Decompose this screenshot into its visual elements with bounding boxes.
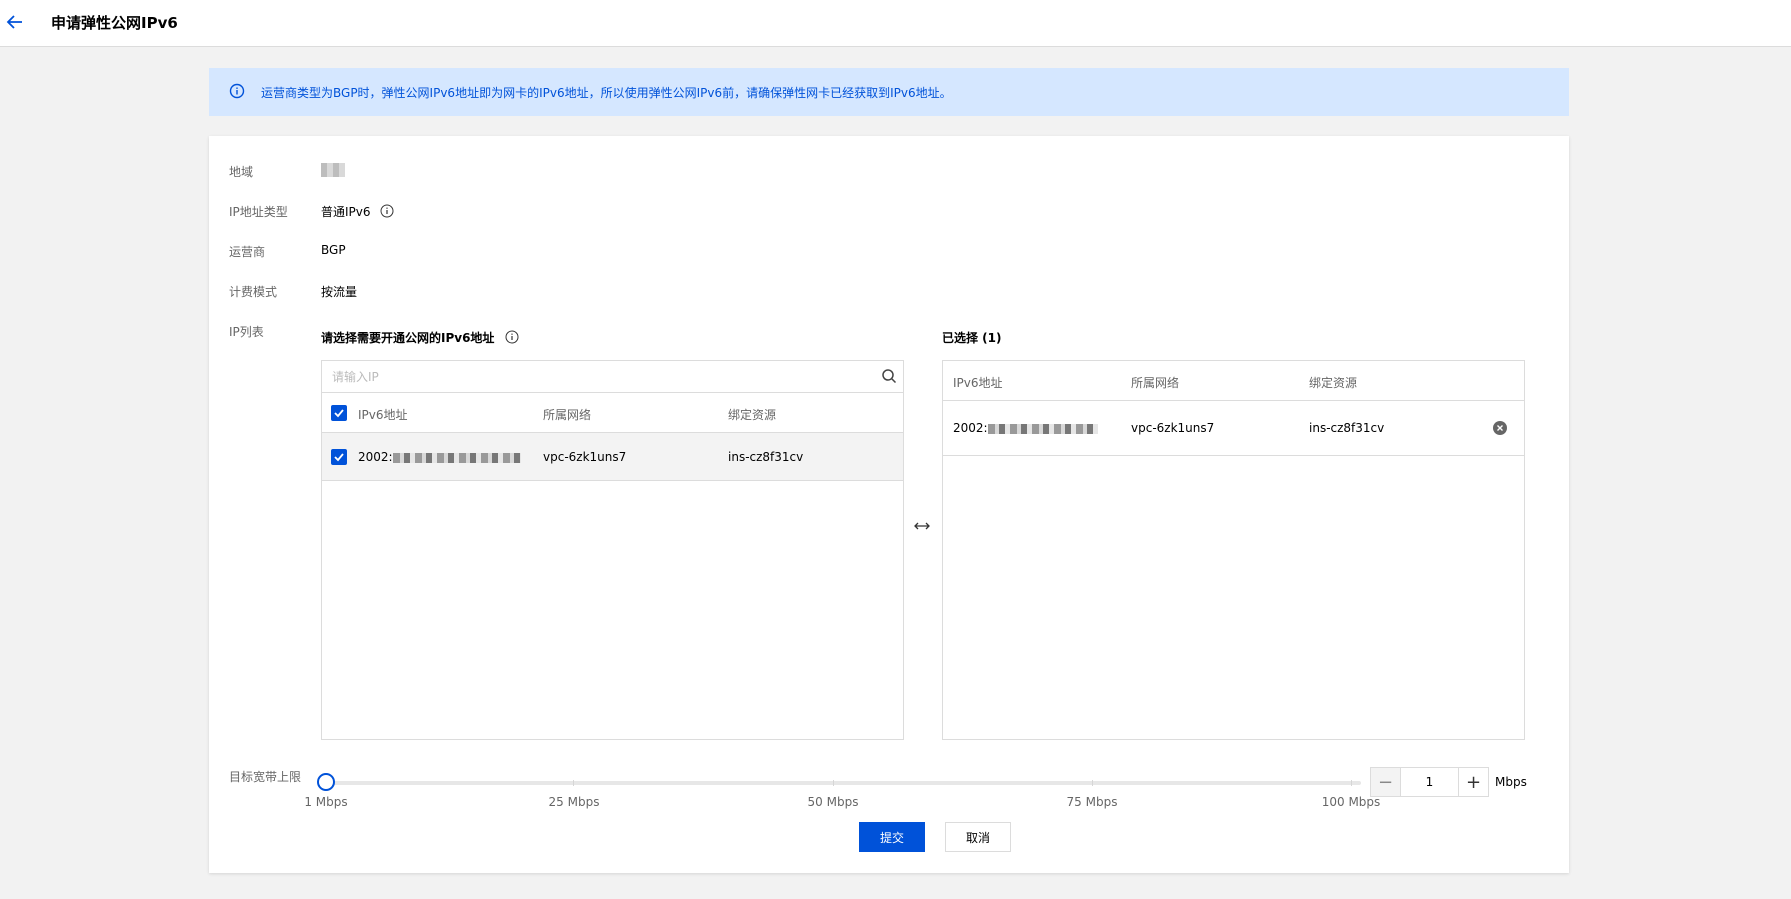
slider-mark: 1 Mbps xyxy=(304,795,348,809)
help-icon[interactable] xyxy=(505,330,519,347)
search-icon[interactable] xyxy=(881,368,897,388)
slider-tick xyxy=(573,780,574,786)
bandwidth-slider-handle[interactable] xyxy=(317,773,335,791)
bandwidth-value-input[interactable]: 1 xyxy=(1401,768,1458,796)
ipv6-address-cell: 2002: xyxy=(953,421,1098,435)
slider-mark: 50 Mbps xyxy=(807,795,859,809)
row-checkbox[interactable] xyxy=(331,449,347,465)
masked-address xyxy=(987,423,1098,434)
table-row[interactable]: 2002: vpc-6zk1uns7 ins-cz8f31cv xyxy=(322,433,903,481)
transfer-source-panel: IPv6地址 所属网络 绑定资源 2002: vpc-6zk1uns7 ins-… xyxy=(321,360,904,740)
increment-button[interactable]: + xyxy=(1458,768,1488,796)
bandwidth-label: 目标宽带上限 xyxy=(229,770,302,784)
isp-value: BGP xyxy=(321,243,346,257)
network-cell: vpc-6zk1uns7 xyxy=(543,450,627,464)
decrement-button[interactable]: − xyxy=(1371,768,1401,796)
table-row: 2002: vpc-6zk1uns7 ins-cz8f31cv xyxy=(943,401,1524,456)
slider-tick xyxy=(1351,780,1352,786)
resource-cell: ins-cz8f31cv xyxy=(728,450,804,464)
billing-value: 按流量 xyxy=(321,285,358,299)
ip-type-value: 普通IPv6 xyxy=(321,203,394,221)
transfer-target-panel: IPv6地址 所属网络 绑定资源 2002: vpc-6zk1uns7 ins-… xyxy=(942,360,1525,740)
ip-list-label: IP列表 xyxy=(229,325,264,339)
bandwidth-slider-track[interactable] xyxy=(325,781,1361,785)
resource-cell: ins-cz8f31cv xyxy=(1309,421,1385,435)
ipv6-prefix: 2002: xyxy=(358,450,393,464)
network-cell: vpc-6zk1uns7 xyxy=(1131,421,1215,435)
column-header-ipv6: IPv6地址 xyxy=(953,376,1003,390)
form-card: 地域 IP地址类型 普通IPv6 运营商 BGP 计费模式 按流量 IP列表 请… xyxy=(209,136,1569,873)
search-input[interactable] xyxy=(322,361,862,392)
billing-label: 计费模式 xyxy=(229,285,278,299)
info-icon xyxy=(229,83,245,103)
slider-mark: 100 Mbps xyxy=(1321,795,1381,809)
arrow-left-icon[interactable] xyxy=(5,11,25,33)
submit-button[interactable]: 提交 xyxy=(859,822,925,852)
notice-banner: 运营商类型为BGP时，弹性公网IPv6地址即为网卡的IPv6地址，所以使用弹性公… xyxy=(209,68,1569,116)
left-panel-title-text: 请选择需要开通公网的IPv6地址 xyxy=(321,331,495,345)
ip-type-text: 普通IPv6 xyxy=(321,205,371,219)
help-icon[interactable] xyxy=(380,204,394,221)
ipv6-prefix: 2002: xyxy=(953,421,988,435)
slider-tick xyxy=(1092,780,1093,786)
table-header: IPv6地址 所属网络 绑定资源 xyxy=(943,361,1524,401)
cancel-button[interactable]: 取消 xyxy=(945,822,1011,852)
select-all-checkbox[interactable] xyxy=(331,405,347,421)
bandwidth-stepper: − 1 + xyxy=(1370,767,1489,797)
swap-arrows-icon xyxy=(913,520,931,536)
notice-text: 运营商类型为BGP时，弹性公网IPv6地址即为网卡的IPv6地址，所以使用弹性公… xyxy=(261,86,952,100)
ip-type-label: IP地址类型 xyxy=(229,205,288,219)
column-header-resource: 绑定资源 xyxy=(728,408,777,422)
column-header-network: 所属网络 xyxy=(1131,376,1180,390)
page-title: 申请弹性公网IPv6 xyxy=(51,14,178,32)
right-panel-title: 已选择 (1) xyxy=(942,331,1002,345)
isp-label: 运营商 xyxy=(229,245,266,259)
search-box xyxy=(322,361,903,393)
region-value-masked xyxy=(321,163,345,177)
masked-address xyxy=(392,452,521,463)
slider-tick xyxy=(833,780,834,786)
remove-icon[interactable] xyxy=(1493,421,1507,439)
slider-mark: 25 Mbps xyxy=(548,795,600,809)
column-header-network: 所属网络 xyxy=(543,408,592,422)
column-header-ipv6: IPv6地址 xyxy=(358,408,408,422)
ipv6-address-cell: 2002: xyxy=(358,450,521,464)
slider-mark: 75 Mbps xyxy=(1066,795,1118,809)
column-header-resource: 绑定资源 xyxy=(1309,376,1358,390)
table-header: IPv6地址 所属网络 绑定资源 xyxy=(322,393,903,433)
bandwidth-unit: Mbps xyxy=(1495,775,1527,789)
top-bar: 申请弹性公网IPv6 xyxy=(0,0,1791,47)
left-panel-title: 请选择需要开通公网的IPv6地址 xyxy=(321,329,519,347)
region-label: 地域 xyxy=(229,165,254,179)
